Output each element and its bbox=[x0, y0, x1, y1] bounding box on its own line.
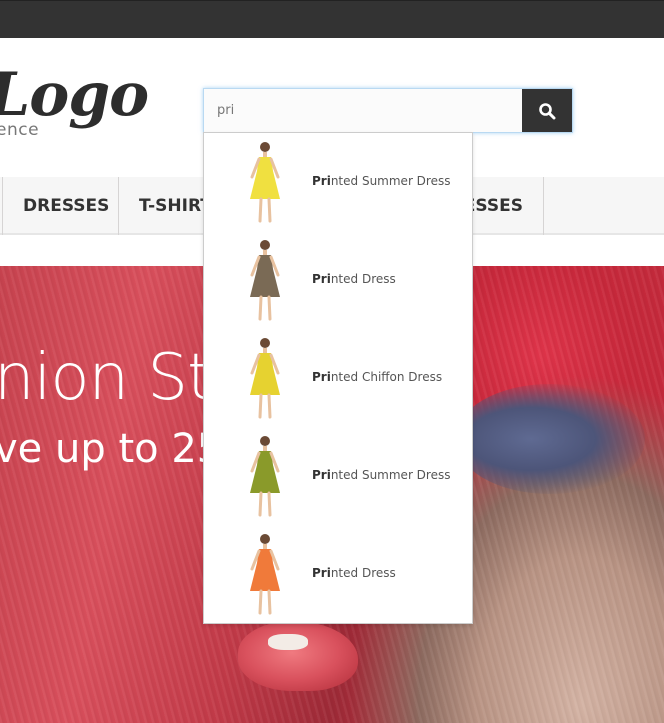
suggestion-item[interactable]: Printed Summer Dress bbox=[204, 133, 472, 231]
autocomplete-dropdown: Printed Summer Dress Printed Dress Print… bbox=[203, 132, 473, 624]
menu-item-label: DRESSES bbox=[23, 196, 110, 216]
suggestion-item[interactable]: Printed Dress bbox=[204, 525, 472, 623]
suggestion-label: Printed Dress bbox=[312, 566, 396, 580]
product-thumbnail bbox=[230, 137, 300, 227]
suggestion-item[interactable]: Printed Dress bbox=[204, 231, 472, 329]
eye-makeup bbox=[455, 384, 645, 494]
product-thumbnail bbox=[230, 529, 300, 619]
suggestion-item[interactable]: Printed Chiffon Dress bbox=[204, 329, 472, 427]
suggestion-label: Printed Summer Dress bbox=[312, 174, 451, 188]
search-input[interactable] bbox=[204, 89, 523, 132]
menu-item-label: T-SHIRT bbox=[139, 196, 212, 216]
suggestion-item[interactable]: Printed Summer Dress bbox=[204, 427, 472, 525]
suggestion-label: Printed Chiffon Dress bbox=[312, 370, 443, 384]
top-bar bbox=[0, 0, 664, 38]
product-thumbnail bbox=[230, 431, 300, 521]
search-icon bbox=[539, 102, 556, 119]
product-thumbnail bbox=[230, 235, 300, 325]
suggestion-label: Printed Dress bbox=[312, 272, 396, 286]
search-button[interactable] bbox=[522, 89, 572, 132]
suggestion-label: Printed Summer Dress bbox=[312, 468, 451, 482]
search-box bbox=[203, 88, 573, 133]
logo-tagline: ence bbox=[0, 120, 40, 140]
product-thumbnail bbox=[230, 333, 300, 423]
menu-item-dresses[interactable]: DRESSES bbox=[2, 177, 118, 235]
teeth bbox=[268, 634, 308, 650]
